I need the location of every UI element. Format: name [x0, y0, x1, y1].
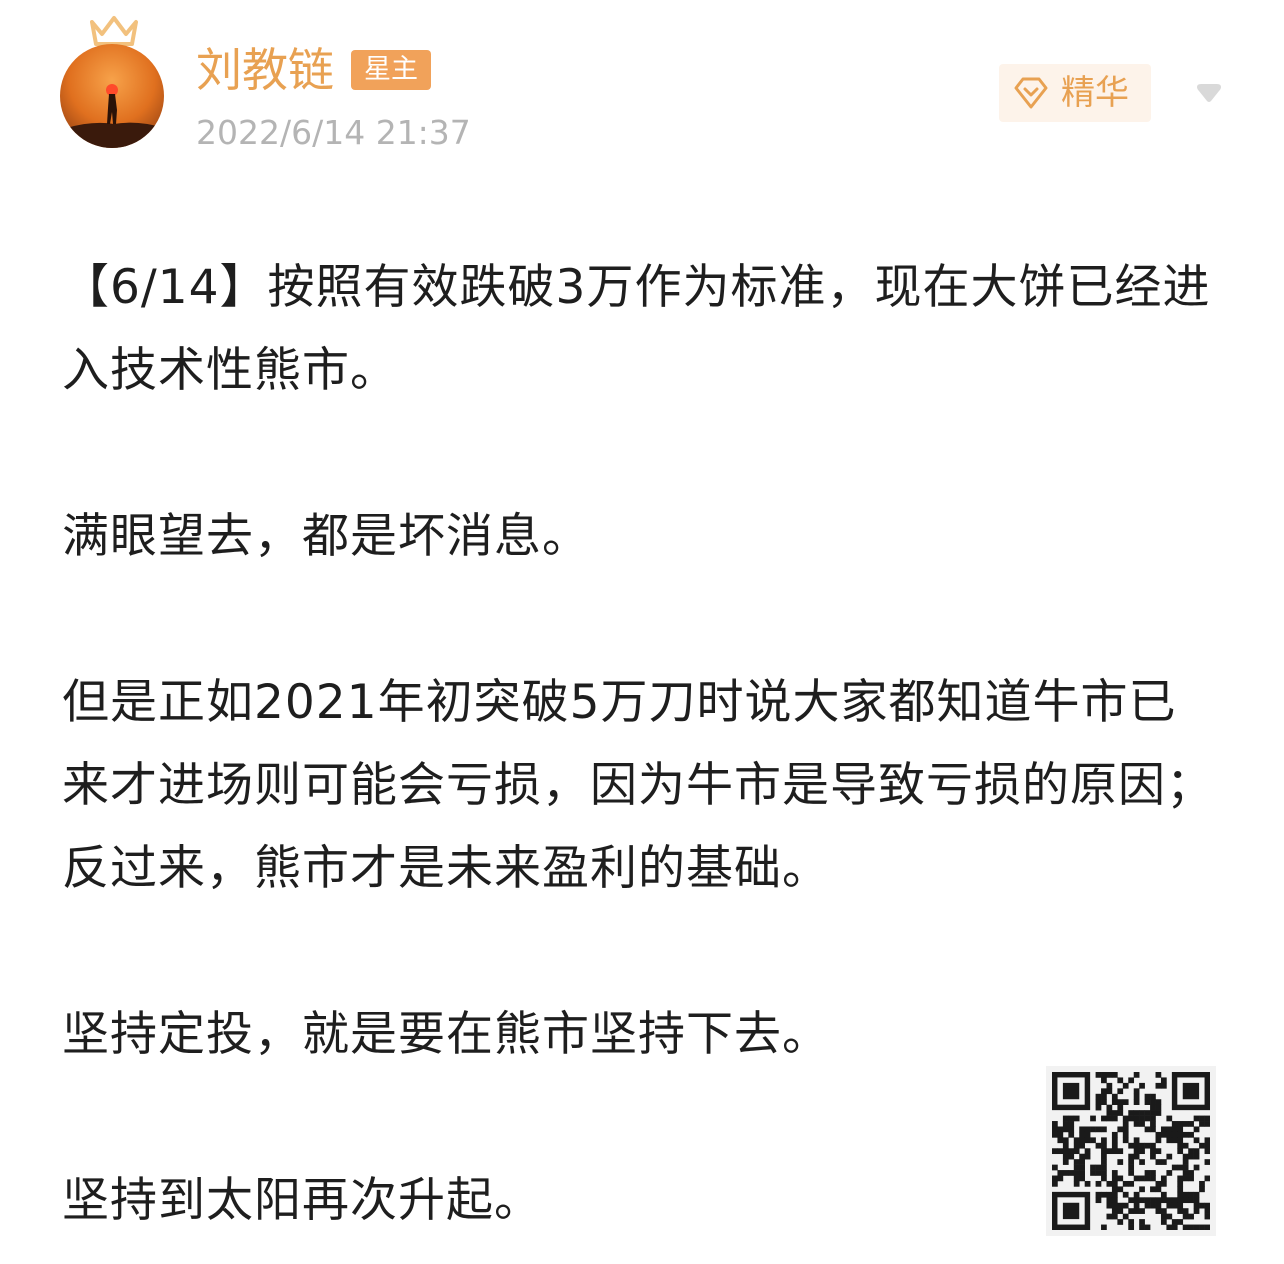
post-paragraph: 但是正如2021年初突破5万刀时说大家都知道牛市已来才进场则可能会亏损，因为牛市…	[62, 675, 1214, 896]
avatar-silhouette-icon	[60, 44, 164, 148]
post-paragraph: 坚持定投，就是要在熊市坚持下去。	[62, 1007, 830, 1062]
qr-code-icon	[1052, 1072, 1210, 1230]
qr-code	[1046, 1066, 1216, 1236]
featured-label: 精华	[1061, 73, 1129, 113]
crown-icon	[90, 16, 138, 46]
avatar[interactable]	[60, 44, 164, 148]
post-card: 刘教链 星主 2022/6/14 21:37 精华 【6/14】按照有效跌破3万…	[0, 0, 1284, 1264]
author-avatar-group[interactable]	[60, 14, 170, 148]
featured-tag[interactable]: 精华	[999, 64, 1151, 122]
post-paragraph: 【6/14】按照有效跌破3万作为标准，现在大饼已经进入技术性熊市。	[62, 260, 1211, 398]
author-name[interactable]: 刘教链	[196, 38, 334, 102]
owner-badge: 星主	[351, 50, 431, 90]
diamond-icon	[1014, 77, 1048, 109]
post-paragraph: 满眼望去，都是坏消息。	[62, 509, 590, 564]
chevron-down-icon[interactable]	[1194, 82, 1224, 104]
post-timestamp: 2022/6/14 21:37	[196, 113, 471, 152]
